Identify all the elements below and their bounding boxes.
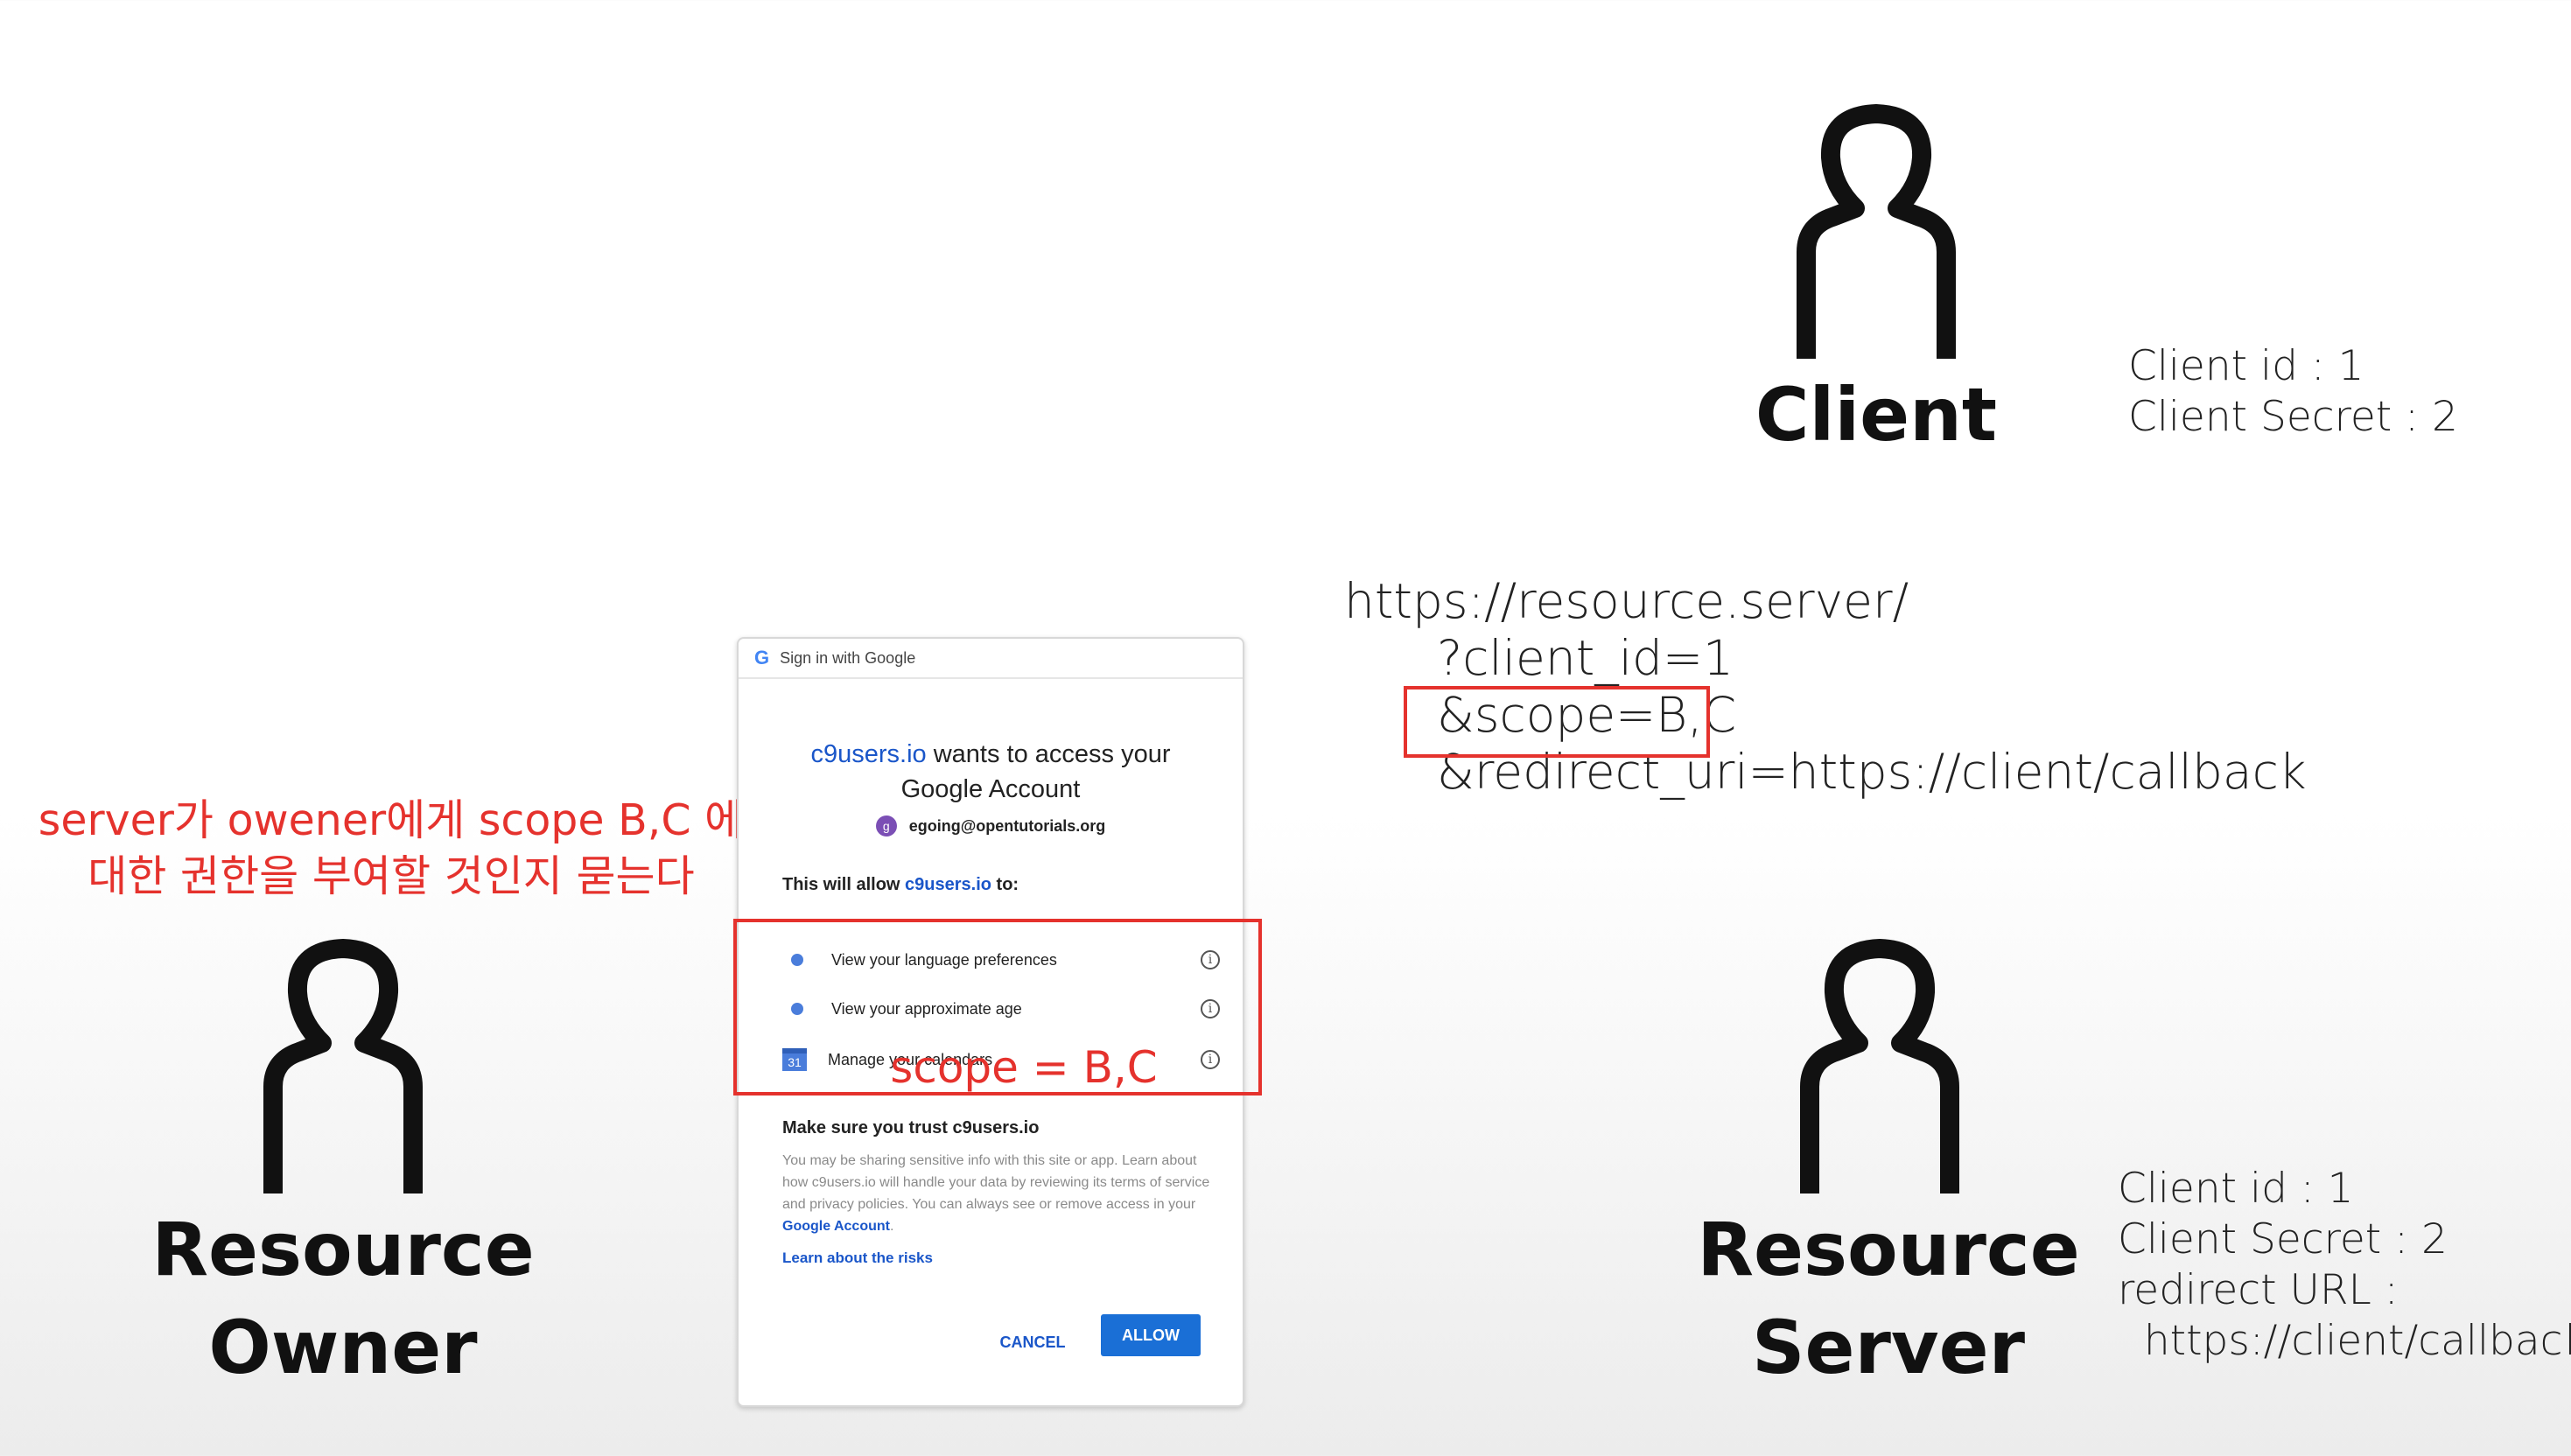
allow-app-name[interactable]: c9users.io — [905, 875, 991, 894]
resource-server-credentials: Client id : 1 Client Secret : 2 redirect… — [2118, 1165, 2571, 1365]
dialog-header: G Sign in with Google — [739, 639, 1243, 679]
allow-prefix: This will allow — [782, 875, 906, 894]
google-account-link[interactable]: Google Account — [782, 1219, 890, 1234]
client-person-icon — [1797, 104, 1956, 359]
client-credentials: Client id : 1 Client Secret : 2 — [2128, 342, 2458, 441]
trust-body: You may be sharing sensitive info with t… — [782, 1150, 1211, 1237]
resource-server-person-icon — [1800, 939, 1959, 1194]
dialog-title-line2: Google Account — [900, 775, 1081, 803]
dialog-header-text: Sign in with Google — [780, 648, 916, 667]
learn-risks-link[interactable]: Learn about the risks — [782, 1250, 933, 1267]
scope-label: scope = B,C — [890, 1042, 1158, 1093]
dialog-account-chip[interactable]: g egoing@opentutorials.org — [739, 816, 1243, 836]
allow-button[interactable]: ALLOW — [1101, 1314, 1201, 1356]
resource-server-label: Resource Server — [1697, 1207, 2080, 1390]
dialog-app-name[interactable]: c9users.io — [810, 740, 926, 768]
account-avatar: g — [875, 816, 897, 836]
account-email: egoing@opentutorials.org — [908, 816, 1106, 835]
request-url-client-id: ?client_id=1 — [1437, 630, 1734, 686]
scope-consent-annotation: server가 owener에게 scope B,C 에 대한 권한을 부여할 … — [38, 795, 745, 901]
client-label: Client — [1755, 372, 1998, 458]
scope-highlight-box — [1404, 686, 1710, 758]
dialog-title-rest: wants to access your — [926, 740, 1171, 768]
resource-owner-person-icon — [263, 939, 423, 1194]
google-logo-icon: G — [754, 647, 770, 668]
cancel-button[interactable]: CANCEL — [991, 1323, 1075, 1362]
trust-body-text: You may be sharing sensitive info with t… — [782, 1153, 1210, 1212]
dialog-allow-line: This will allow c9users.io to: — [782, 875, 1243, 895]
dialog-title: c9users.io wants to access your Google A… — [739, 737, 1243, 807]
resource-owner-label: Resource Owner — [151, 1207, 535, 1390]
allow-suffix: to: — [991, 875, 1019, 894]
request-url-base: https://resource.server/ — [1344, 573, 1909, 629]
trust-body-end: . — [889, 1219, 894, 1234]
trust-title: Make sure you trust c9users.io — [782, 1118, 1040, 1138]
